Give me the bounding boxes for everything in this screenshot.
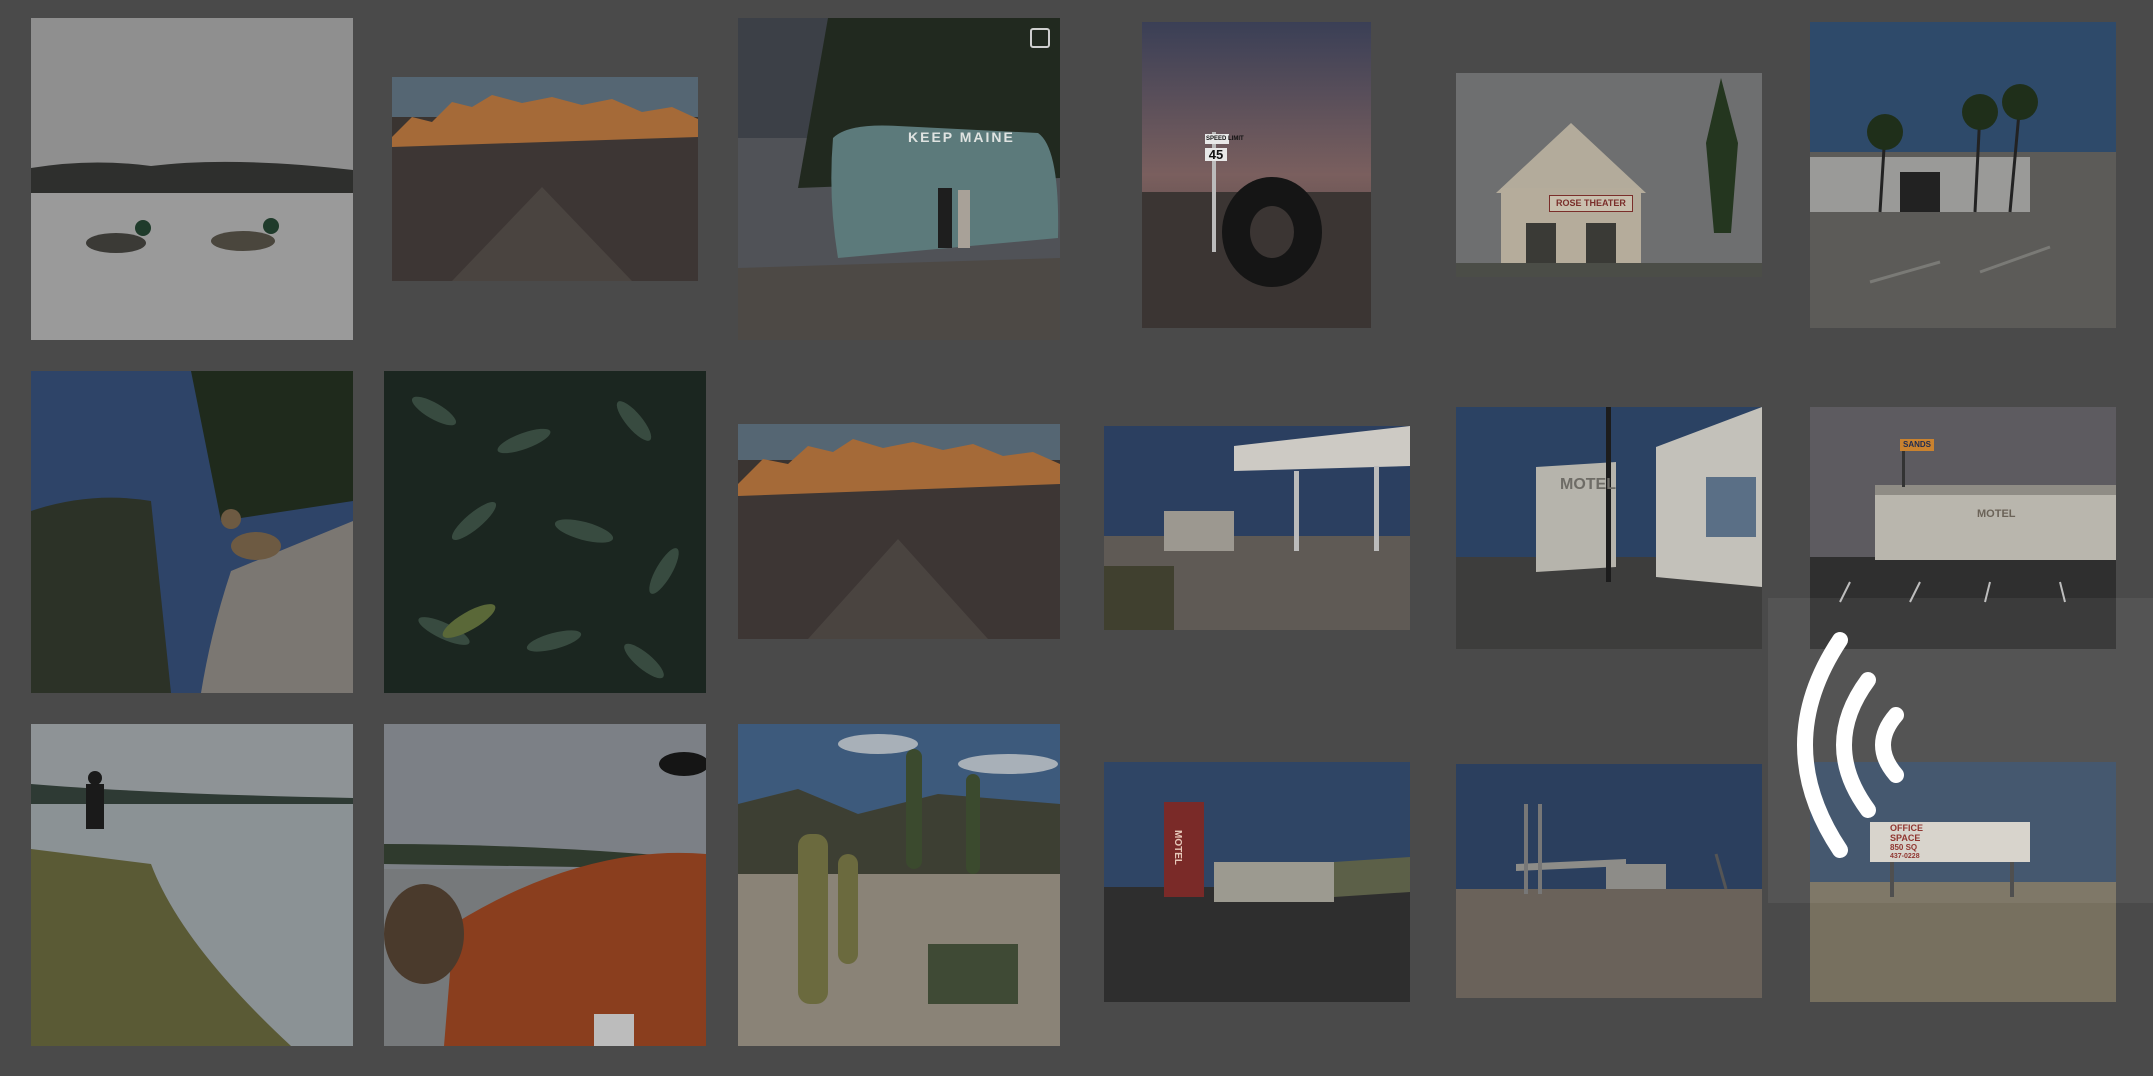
speed-limit-label: SPEED LIMIT xyxy=(1205,134,1244,144)
walters-tires-photo xyxy=(1142,22,1371,328)
shrub-photo xyxy=(384,371,706,693)
night-motel-photo xyxy=(1104,762,1410,1002)
keep-maine-photo xyxy=(738,18,1060,340)
photo-tile-badlands-2[interactable] xyxy=(738,424,1060,639)
dog-cliff-photo xyxy=(31,371,353,693)
speed-limit-value: 45 xyxy=(1205,148,1227,161)
gas-station-photo xyxy=(1104,426,1410,630)
keep-maine-rock-text: KEEP MAINE xyxy=(908,129,1015,145)
photo-tile-white-motel[interactable]: MOTEL xyxy=(1456,407,1762,649)
badlands-2-photo xyxy=(738,424,1060,639)
photo-tile-river-person[interactable] xyxy=(31,724,353,1046)
dog-jacket-photo xyxy=(384,724,706,1046)
photo-tile-rose-theater[interactable]: ROSE THEATER xyxy=(1456,73,1762,277)
photo-tile-night-motel[interactable]: MOTEL xyxy=(1104,762,1410,1002)
ducks-photo xyxy=(31,18,353,340)
wireless-signal-icon xyxy=(1770,630,1930,860)
photo-tile-gas-station[interactable] xyxy=(1104,426,1410,630)
night-motel-sign: MOTEL xyxy=(1172,830,1183,865)
badlands-photo xyxy=(392,77,698,281)
sands-motel-wall-text: MOTEL xyxy=(1977,508,2016,520)
photo-tile-walters-tires[interactable]: SPEED LIMIT 45 xyxy=(1142,22,1371,328)
river-person-photo xyxy=(31,724,353,1046)
rose-theater-photo xyxy=(1456,73,1762,277)
photo-tile-shrub[interactable] xyxy=(384,371,706,693)
photo-gallery-page: { "gallery": { "tiles": [ {"name": "duck… xyxy=(0,0,2153,1076)
white-motel-photo xyxy=(1456,407,1762,649)
photo-tile-dog-cliff[interactable] xyxy=(31,371,353,693)
station-field-photo xyxy=(1456,764,1762,998)
photo-tile-keep-maine[interactable]: KEEP MAINE xyxy=(738,18,1060,340)
palm-motel-photo xyxy=(1810,22,2116,328)
photo-tile-palm-motel[interactable] xyxy=(1810,22,2116,328)
photo-tile-cacti[interactable] xyxy=(738,724,1060,1046)
rose-theater-marquee: ROSE THEATER xyxy=(1549,195,1633,212)
photo-tile-ducks[interactable] xyxy=(31,18,353,340)
white-motel-sign: MOTEL xyxy=(1560,476,1616,493)
sands-sign-top: SANDS xyxy=(1900,439,1935,451)
photo-tile-badlands[interactable] xyxy=(392,77,698,281)
photo-tile-station-field[interactable] xyxy=(1456,764,1762,998)
multi-image-icon xyxy=(1030,28,1050,48)
cacti-photo xyxy=(738,724,1060,1046)
photo-tile-dog-jacket[interactable] xyxy=(384,724,706,1046)
